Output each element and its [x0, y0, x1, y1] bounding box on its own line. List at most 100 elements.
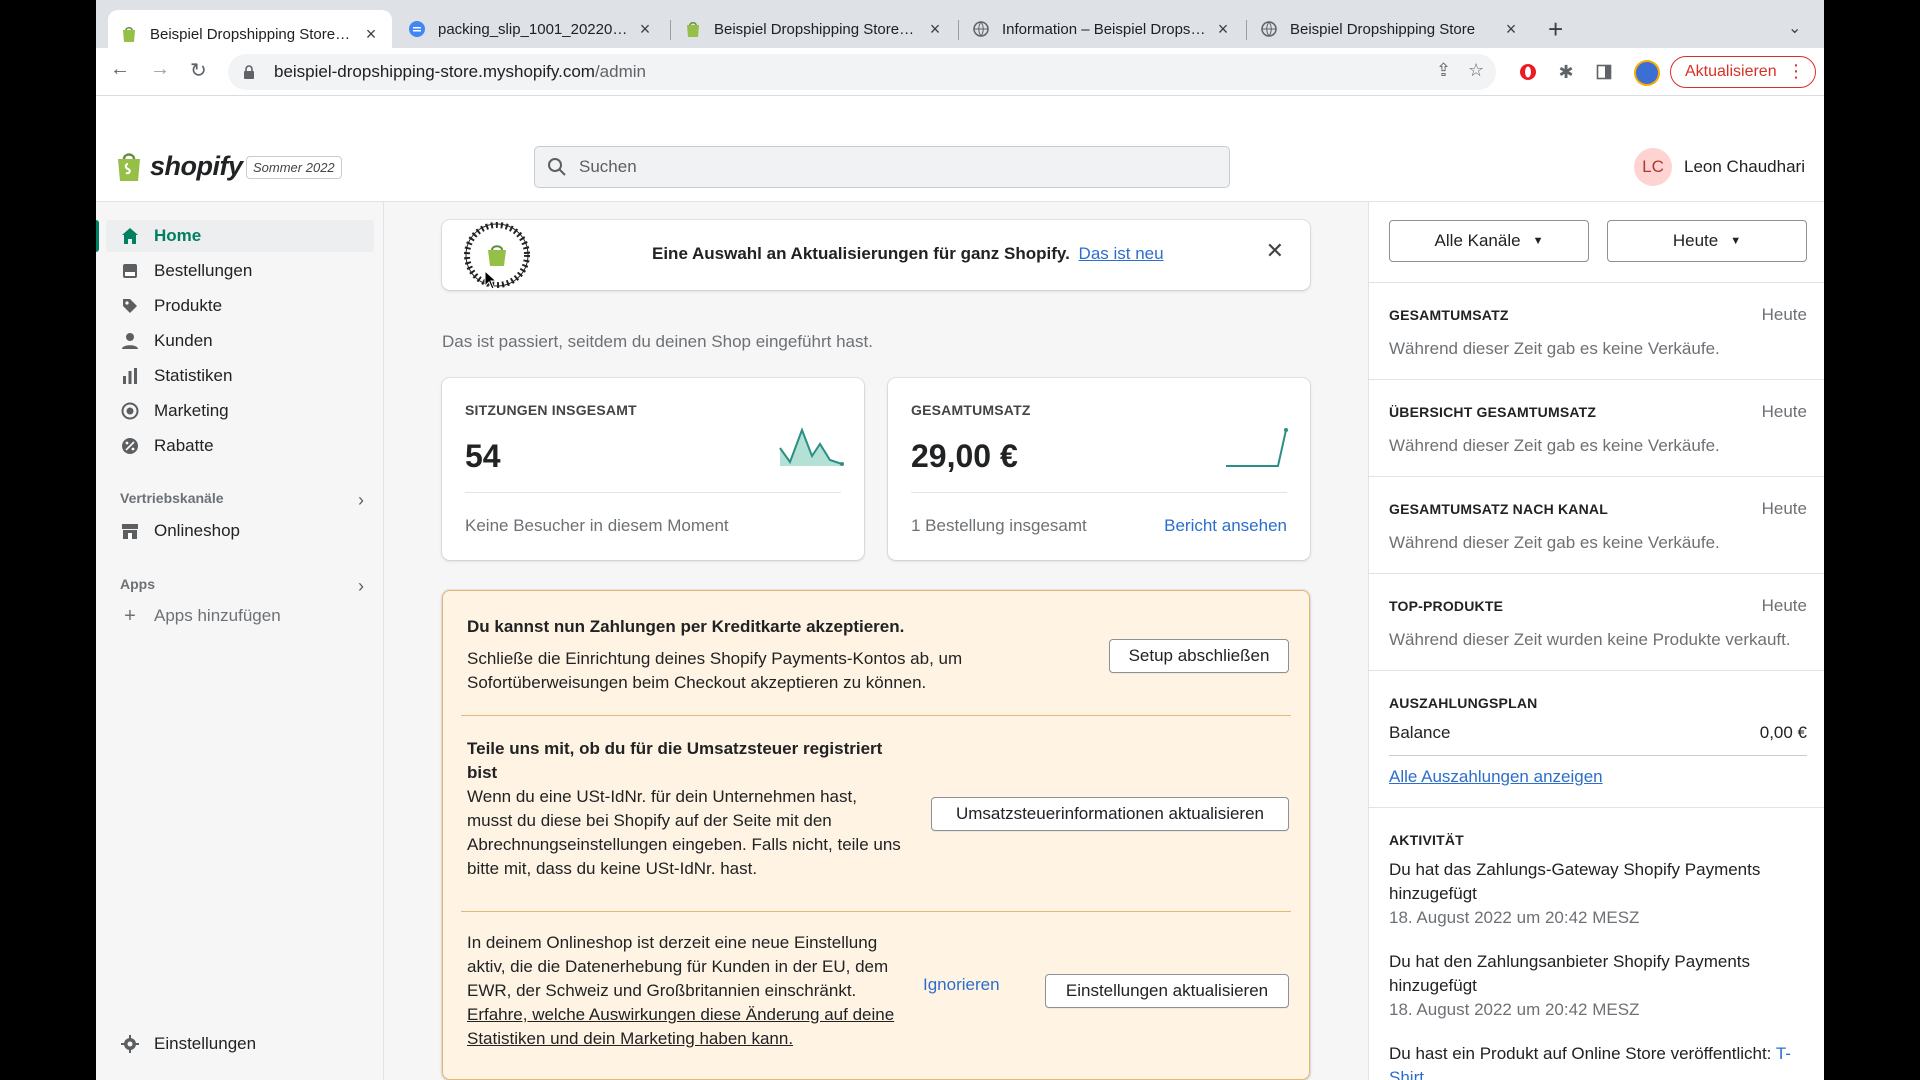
user-menu[interactable]: LC Leon Chaudhari	[1634, 148, 1805, 186]
close-tab-icon[interactable]: ×	[362, 24, 380, 45]
edition-badge[interactable]: Sommer 2022	[246, 156, 342, 179]
payout-section: AUSZAHLUNGSPLAN Balance 0,00 € Alle Ausz…	[1369, 670, 1824, 807]
sidebar-item-discounts[interactable]: Rabatte	[106, 430, 374, 462]
person-icon	[120, 331, 140, 351]
balance-label: Balance	[1389, 723, 1451, 742]
sidebar-item-settings[interactable]: Einstellungen	[106, 1028, 374, 1060]
shopify-header: shopify Sommer 2022 Suchen LC Leon Chaud…	[96, 132, 1824, 202]
tab-information[interactable]: Information – Beispiel Dropshipping ×	[960, 10, 1244, 48]
sessions-caption: SITZUNGEN INSGESAMT	[465, 402, 637, 418]
activity-section: AKTIVITÄT Du hat das Zahlungs-Gateway Sh…	[1369, 807, 1824, 1080]
sales-channels-heading[interactable]: Vertriebskanäle ›	[120, 490, 364, 511]
chevron-right-icon[interactable]: ›	[358, 490, 364, 511]
top-products-section[interactable]: TOP-PRODUKTE Heute Während dieser Zeit w…	[1369, 573, 1824, 670]
url-host: beispiel-dropshipping-store.myshopify.co…	[274, 62, 595, 81]
sidebar-item-onlineshop[interactable]: Onlineshop	[106, 515, 374, 547]
globe-icon	[972, 20, 990, 38]
home-icon	[120, 226, 140, 246]
close-tab-icon[interactable]: ×	[926, 19, 944, 40]
sidebar-item-home[interactable]: Home	[96, 220, 374, 252]
more-vert-icon[interactable]: ⋮	[1787, 61, 1805, 82]
sales-overview-section[interactable]: ÜBERSICHT GESAMTUMSATZ Heute Während die…	[1369, 379, 1824, 476]
target-icon	[120, 401, 140, 421]
sidebar-item-orders[interactable]: Bestellungen	[106, 255, 374, 287]
sessions-value: 54	[465, 438, 501, 474]
tab-shopify-preview[interactable]: Beispiel Dropshipping Store · Vorschau ×	[672, 10, 956, 48]
sidepanel-icon[interactable]	[1592, 60, 1616, 84]
reload-icon[interactable]: ↻	[190, 58, 207, 83]
total-sales-section[interactable]: GESAMTUMSATZ Heute Während dieser Zeit g…	[1369, 282, 1824, 379]
opera-extension-icon[interactable]	[1516, 60, 1540, 84]
profile-avatar[interactable]	[1634, 60, 1660, 86]
store-icon	[120, 521, 140, 541]
banner-message: Eine Auswahl an Aktualisierungen für gan…	[652, 244, 1164, 263]
whats-new-link[interactable]: Das ist neu	[1079, 244, 1164, 263]
sidebar-item-marketing[interactable]: Marketing	[106, 395, 374, 427]
gear-icon	[120, 1034, 140, 1054]
address-bar[interactable]: beispiel-dropshipping-store.myshopify.co…	[228, 54, 1496, 90]
update-browser-button[interactable]: Aktualisieren ⋮	[1670, 56, 1816, 88]
sidebar-item-products[interactable]: Produkte	[106, 290, 374, 322]
back-icon[interactable]: ←	[110, 58, 130, 81]
update-vat-button[interactable]: Umsatzsteuerinformationen aktualisieren	[931, 797, 1289, 831]
intro-text: Das ist passiert, seitdem du deinen Shop…	[442, 332, 873, 351]
star-icon[interactable]: ☆	[1468, 60, 1484, 81]
user-name: Leon Chaudhari	[1684, 157, 1805, 176]
main-content: Eine Auswahl an Aktualisierungen für gan…	[384, 202, 1384, 1080]
browser-toolbar: ← → ↻ beispiel-dropshipping-store.myshop…	[96, 48, 1824, 96]
revenue-value: 29,00 €	[911, 438, 1018, 474]
chevron-right-icon[interactable]: ›	[358, 576, 364, 597]
close-icon[interactable]: ✕	[1266, 238, 1284, 264]
tab-packing-slip[interactable]: packing_slip_1001_20220818T ×	[396, 10, 666, 48]
tab-store[interactable]: Beispiel Dropshipping Store ×	[1248, 10, 1532, 48]
editions-banner: Eine Auswahl an Aktualisierungen für gan…	[442, 220, 1310, 290]
globe-icon	[1260, 20, 1278, 38]
url-path: /admin	[594, 62, 646, 81]
close-tab-icon[interactable]: ×	[1502, 19, 1520, 40]
activity-item[interactable]: Du hat das Zahlungs-Gateway Shopify Paym…	[1389, 858, 1809, 930]
activity-item[interactable]: Du hat den Zahlungsanbieter Shopify Paym…	[1389, 950, 1809, 1022]
shopify-logo[interactable]: shopify	[114, 150, 243, 182]
share-icon[interactable]: ⇪	[1436, 60, 1451, 81]
new-tab-icon[interactable]: +	[1548, 14, 1563, 45]
add-apps-link[interactable]: + Apps hinzufügen	[106, 600, 374, 632]
close-tab-icon[interactable]: ×	[1214, 19, 1232, 40]
revenue-footer: 1 Bestellung insgesamt	[911, 516, 1087, 535]
document-icon	[408, 20, 426, 38]
view-report-link[interactable]: Bericht ansehen	[1164, 516, 1287, 536]
forward-icon[interactable]: →	[150, 58, 170, 81]
sidebar-item-analytics[interactable]: Statistiken	[106, 360, 374, 392]
shopify-bag-icon	[118, 153, 140, 181]
privacy-learn-more-link[interactable]: Erfahre, welche Auswirkungen diese Änder…	[467, 1005, 894, 1048]
sessions-sparkline	[779, 427, 844, 466]
update-settings-button[interactable]: Einstellungen aktualisieren	[1045, 974, 1289, 1008]
revenue-sparkline	[1226, 428, 1288, 467]
chevron-down-icon[interactable]: ⌄	[1788, 18, 1801, 38]
plus-icon: +	[124, 604, 136, 627]
sales-by-channel-section[interactable]: GESAMTUMSATZ NACH KANAL Heute Während di…	[1369, 476, 1824, 573]
lock-icon	[244, 65, 254, 79]
setup-complete-button[interactable]: Setup abschließen	[1109, 639, 1289, 673]
ignore-link[interactable]: Ignorieren	[923, 975, 1000, 995]
bar-chart-icon	[120, 366, 140, 386]
revenue-card[interactable]: GESAMTUMSATZ 29,00 € 1 Bestellung insges…	[888, 378, 1310, 560]
apps-heading[interactable]: Apps ›	[120, 576, 364, 597]
sidebar-item-customers[interactable]: Kunden	[106, 325, 374, 357]
caret-down-icon: ▼	[1730, 235, 1742, 247]
search-input[interactable]: Suchen	[534, 146, 1230, 188]
right-panel: Alle Kanäle ▼ Heute ▼ GESAMTUMSATZ Heute…	[1368, 202, 1824, 1080]
close-tab-icon[interactable]: ×	[636, 19, 654, 40]
caret-down-icon: ▼	[1532, 235, 1544, 247]
sessions-card[interactable]: SITZUNGEN INSGESAMT 54 Keine Besucher in…	[442, 378, 864, 560]
activity-item[interactable]: Du hast ein Produkt auf Online Store ver…	[1389, 1042, 1809, 1080]
mouse-cursor-icon	[484, 270, 498, 290]
shopify-bag-icon	[684, 20, 702, 38]
extensions-icon[interactable]: ✱	[1554, 60, 1578, 84]
channels-select[interactable]: Alle Kanäle ▼	[1389, 220, 1589, 262]
search-icon	[548, 158, 566, 176]
discount-icon	[120, 436, 140, 456]
date-select[interactable]: Heute ▼	[1607, 220, 1807, 262]
all-payouts-link[interactable]: Alle Auszahlungen anzeigen	[1389, 767, 1603, 787]
orders-icon	[120, 261, 140, 281]
notice-payments-title: Du kannst nun Zahlungen per Kreditkarte …	[467, 617, 905, 636]
